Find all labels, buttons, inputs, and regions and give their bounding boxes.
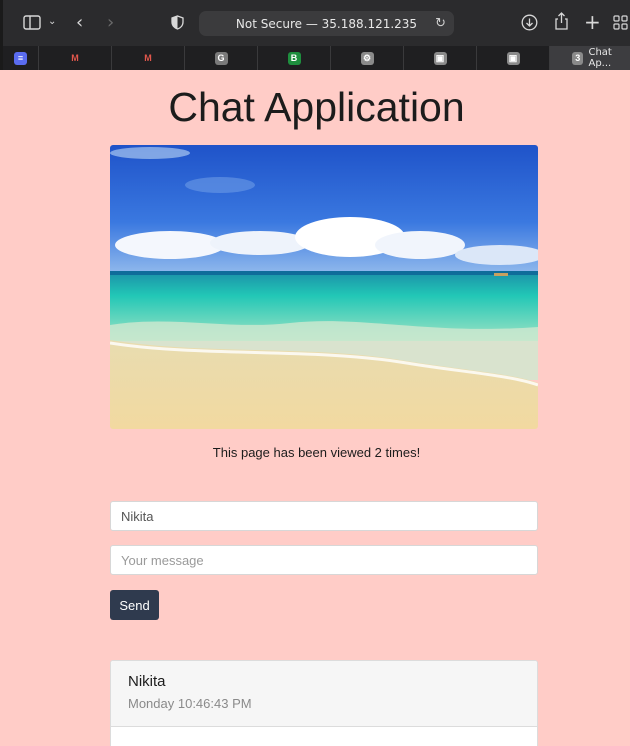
browser-chrome: ⌄ ‹ › Not Secure — 35.188.121.235 ↻ + ≡ … [0,0,630,70]
doc-icon: ≡ [14,51,27,65]
tab-overview-icon[interactable] [613,15,628,30]
message-card: Nikita Monday 10:46:43 PM [110,660,538,746]
b-icon: B [287,51,301,65]
sidebar-toggle-icon[interactable] [23,15,41,30]
message-input[interactable] [110,545,538,575]
gmail-icon: M [144,53,152,63]
tab-docs[interactable]: ≡ [3,46,39,70]
tab-chip-2[interactable]: ▣ [477,46,550,70]
tab-chat-app[interactable]: 3 Chat Ap... [550,46,630,70]
back-icon[interactable]: ‹ [76,14,83,32]
message-timestamp: Monday 10:46:43 PM [128,696,252,711]
chip-icon: ▣ [433,51,447,65]
beach-image [110,145,538,429]
tab-chat-app-label: Chat Ap... [588,47,612,69]
browser-toolbar: ⌄ ‹ › Not Secure — 35.188.121.235 ↻ + [3,0,630,46]
chevron-down-icon[interactable]: ⌄ [48,17,56,27]
gmail-icon: M [71,53,79,63]
page-title: Chat Application [168,84,465,130]
message-author: Nikita [128,673,166,690]
tab-b[interactable]: B [258,46,331,70]
reload-icon[interactable]: ↻ [435,16,446,31]
page-content: Chat Application This page has been view… [3,70,630,746]
g-icon: G [214,51,228,65]
gear-icon: ⚙ [360,51,374,65]
tab-count-badge: 3 [572,51,584,65]
new-tab-icon[interactable]: + [584,12,601,32]
send-button[interactable]: Send [110,590,159,620]
share-icon[interactable] [554,12,569,31]
address-text: Not Secure — 35.188.121.235 [235,16,418,31]
message-header: Nikita Monday 10:46:43 PM [111,661,537,727]
chip-icon: ▣ [506,51,520,65]
tab-gmail-2[interactable]: M [112,46,185,70]
shield-icon[interactable] [171,15,184,30]
download-icon[interactable] [521,14,538,31]
view-counter-text: This page has been viewed 2 times! [212,445,421,460]
tab-gmail-1[interactable]: M [39,46,112,70]
tab-settings[interactable]: ⚙ [331,46,404,70]
address-bar[interactable]: Not Secure — 35.188.121.235 ↻ [199,11,454,36]
tab-bar: ≡ M M G B ⚙ ▣ ▣ 3 Chat Ap... [3,46,630,70]
forward-icon[interactable]: › [107,14,114,32]
tab-g[interactable]: G [185,46,258,70]
tab-chip-1[interactable]: ▣ [404,46,477,70]
name-input[interactable] [110,501,538,531]
